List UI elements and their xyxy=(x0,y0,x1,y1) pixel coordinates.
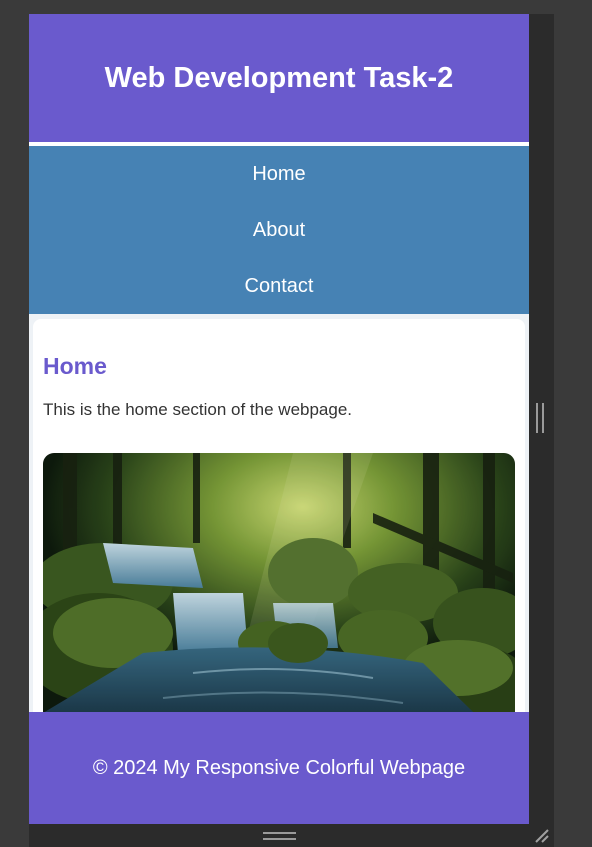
horizontal-resize-handle[interactable] xyxy=(263,832,296,840)
section-text: This is the home section of the webpage. xyxy=(43,400,353,419)
site-header: Web Development Task-2 xyxy=(29,14,529,146)
page-viewport: Web Development Task-2 Home About Contac… xyxy=(29,14,529,824)
vertical-resize-handle[interactable] xyxy=(536,403,544,433)
nav-home-link[interactable]: Home xyxy=(29,146,529,202)
resize-grip-icon[interactable] xyxy=(532,826,550,844)
site-footer: © 2024 My Responsive Colorful Webpage xyxy=(29,712,529,824)
nav-about-link[interactable]: About xyxy=(29,202,529,258)
nav-contact-link[interactable]: Contact xyxy=(29,258,529,314)
forest-waterfall-image xyxy=(43,453,515,753)
site-title: Web Development Task-2 xyxy=(104,61,454,94)
footer-copyright: © 2024 My Responsive Colorful Webpage xyxy=(92,756,466,779)
main-nav: Home About Contact xyxy=(29,146,529,314)
section-heading: Home xyxy=(43,353,107,379)
